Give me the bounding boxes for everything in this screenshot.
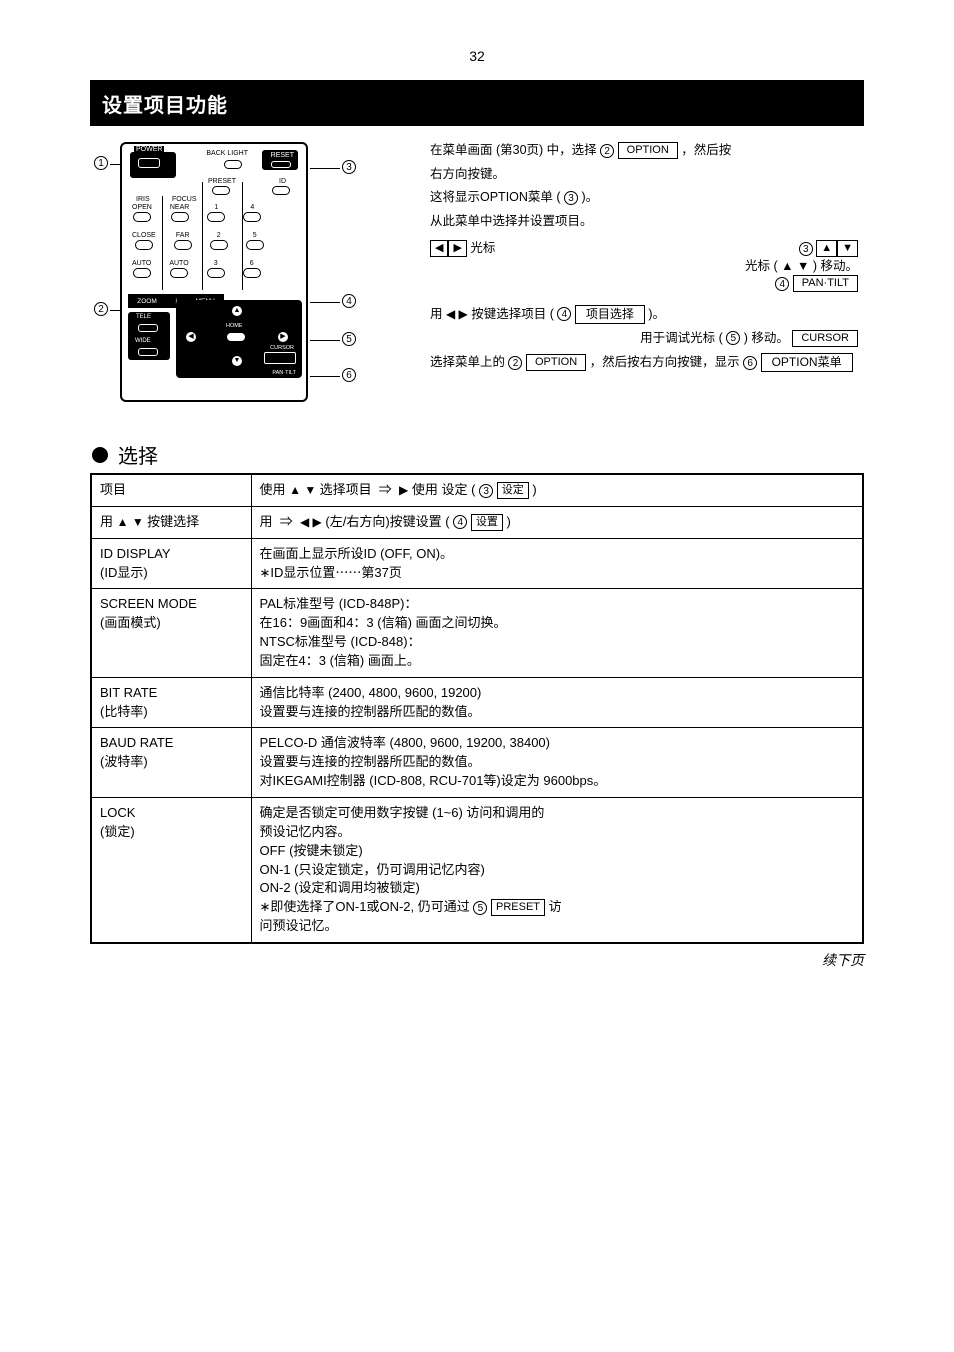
- remote-reset-label: RESET: [271, 152, 294, 159]
- top-row: 1 2 3 4 5 6: [90, 136, 864, 426]
- remote-focus-far: [174, 240, 192, 250]
- remote-num-1: [207, 212, 225, 222]
- remote-backlight-button: [224, 160, 242, 169]
- continued-note: 续下页: [90, 950, 864, 970]
- section-title: 设置项目功能: [102, 89, 228, 118]
- remote-iris-label: IRIS: [136, 196, 150, 203]
- subheader-setting-key: 设置: [471, 514, 503, 531]
- row-name: BAUD RATE (波特率): [91, 728, 251, 798]
- option-key-2: OPTION: [526, 354, 586, 371]
- remote-num-5: [246, 240, 264, 250]
- item-selection-line2: 用于调试光标 ( 5 ) 移动。 CURSOR: [430, 330, 858, 348]
- row-desc: 在画面上显示所设ID (OFF, ON)。 ∗ID显示位置⋯⋯第37页: [251, 538, 863, 589]
- remote-num-4: [243, 212, 261, 222]
- subtitle-text: 选择: [118, 440, 158, 469]
- option-menu-line: 选择菜单上的 2 OPTION ，然后按右方向按键，显示 6 OPTION菜单: [430, 353, 858, 372]
- header-col2: 使用 ▲ ▼ 选择项目 ⇒ ▶ 使用 设定 ( 3 设定 ): [251, 474, 863, 506]
- options-text-column: 在菜单画面 (第30页) 中，选择 2 OPTION ，然后按 右方向按键。 这…: [400, 136, 864, 424]
- page: 32 设置项目功能 1 2 3 4 5: [0, 0, 954, 1352]
- item-selection-key: 项目选择: [575, 305, 645, 324]
- remote-illustration: POWER BACK LIGHT RESET PRESET ID IRIS FO…: [120, 142, 308, 402]
- row-desc: 通信比特率 (2400, 4800, 9600, 19200) 设置要与连接的控…: [251, 677, 863, 728]
- table-row: LOCK (锁定) 确定是否锁定可使用数字按键 (1~6) 访问和调用的 预设记…: [91, 797, 863, 942]
- remote-preset-label: PRESET: [208, 178, 236, 185]
- callout-6-right: 6: [342, 368, 356, 382]
- remote-num-3: [207, 268, 225, 278]
- remote-column: 1 2 3 4 5 6: [90, 136, 400, 424]
- remote-num-2: [210, 240, 228, 250]
- remote-id-button: [272, 186, 290, 195]
- remote-up-arrow: ▲: [232, 306, 242, 316]
- remote-preset-button: [212, 186, 230, 195]
- right-arrow-key: ▶: [448, 240, 466, 257]
- header-setting-key: 设定: [497, 482, 529, 499]
- pantilt-key: PAN·TILT: [793, 275, 858, 292]
- remote-down-arrow: ▼: [232, 356, 242, 366]
- subheader-col2: 用 ⇒ ◀ ▶ (左/右方向)按键设置 ( 4 设置 ): [251, 506, 863, 538]
- subtitle-row: 选择: [92, 440, 864, 469]
- header-col1: 项目: [91, 474, 251, 506]
- remote-wide-button: [138, 348, 158, 356]
- remote-focus-auto: [170, 268, 188, 278]
- down-arrow-key: ▼: [837, 240, 858, 257]
- bullet-icon: [92, 447, 108, 463]
- remote-reset-button: [271, 161, 291, 168]
- subheader-col1: 用 ▲ ▼ 按键选择: [91, 506, 251, 538]
- remote-power-label: POWER: [134, 146, 164, 153]
- item-selection-line1: 用 ◀ ▶ 按键选择项目 ( 4 项目选择 )。: [430, 305, 858, 324]
- remote-pantilt-pad: ▲ ◀ ▶ ▼ HOME CURSOR PAN·TILT: [176, 300, 302, 378]
- remote-cursor-button: [264, 352, 296, 364]
- remote-home-button: [226, 332, 246, 342]
- cursor-up-down-note: 3 ▲▼ 光标 ( ▲ ▼ ) 移动。 4 PAN·TILT: [565, 240, 858, 293]
- up-arrow-key: ▲: [816, 240, 837, 257]
- table-header-row: 项目 使用 ▲ ▼ 选择项目 ⇒ ▶ 使用 设定 ( 3 设定 ): [91, 474, 863, 506]
- callout-2: 2: [94, 302, 108, 316]
- remote-tele-wide-block: TELE WIDE: [128, 312, 170, 360]
- options-line2: 右方向按键。: [430, 166, 858, 184]
- remote-iris-close: [135, 240, 153, 250]
- preset-key: PRESET: [491, 899, 545, 916]
- remote-focus-label: FOCUS: [172, 196, 197, 203]
- options-line1: 在菜单画面 (第30页) 中，选择 2 OPTION ，然后按: [430, 142, 858, 160]
- remote-iris-auto: [133, 268, 151, 278]
- callout-1: 1: [94, 156, 108, 170]
- options-table: 项目 使用 ▲ ▼ 选择项目 ⇒ ▶ 使用 设定 ( 3 设定 ) 用 ▲ ▼ …: [90, 473, 864, 944]
- remote-left-arrow: ◀: [186, 332, 196, 342]
- row-desc: PELCO-D 通信波特率 (4800, 9600, 19200, 38400)…: [251, 728, 863, 798]
- table-row: BAUD RATE (波特率) PELCO-D 通信波特率 (4800, 960…: [91, 728, 863, 798]
- table-row: BIT RATE (比特率) 通信比特率 (2400, 4800, 9600, …: [91, 677, 863, 728]
- remote-id-label: ID: [279, 178, 286, 185]
- remote-right-arrow: ▶: [278, 332, 288, 342]
- callout-3: 3: [342, 160, 356, 174]
- callout-5-right: 5: [342, 332, 356, 346]
- table-row: SCREEN MODE (画面模式) PAL标准型号 (ICD-848P)： 在…: [91, 589, 863, 677]
- options-line3: 这将显示OPTION菜单 ( 3 )。: [430, 189, 858, 207]
- option-menu-key: OPTION菜单: [761, 353, 853, 372]
- section-title-bar: 设置项目功能: [90, 80, 864, 126]
- table-row: ID DISPLAY (ID显示) 在画面上显示所设ID (OFF, ON)。 …: [91, 538, 863, 589]
- row-desc: 确定是否锁定可使用数字按键 (1~6) 访问和调用的 预设记忆内容。 OFF (…: [251, 797, 863, 942]
- remote-iris-open: [133, 212, 151, 222]
- option-key: OPTION: [618, 142, 678, 159]
- callout-4-right: 4: [342, 294, 356, 308]
- remote-backlight-label: BACK LIGHT: [206, 150, 248, 157]
- row-name: LOCK (锁定): [91, 797, 251, 942]
- options-line4: 从此菜单中选择并设置项目。: [430, 213, 858, 231]
- remote-power-button: [138, 158, 160, 168]
- row-name: ID DISPLAY (ID显示): [91, 538, 251, 589]
- page-number: 32: [469, 48, 485, 64]
- remote-focus-near: [171, 212, 189, 222]
- row-name: SCREEN MODE (画面模式): [91, 589, 251, 677]
- cursor-left-right-note: ◀▶ 光标: [430, 240, 495, 293]
- remote-tele-button: [138, 324, 158, 332]
- left-arrow-key: ◀: [430, 240, 448, 257]
- table-subheader-row: 用 ▲ ▼ 按键选择 用 ⇒ ◀ ▶ (左/右方向)按键设置 ( 4 设置 ): [91, 506, 863, 538]
- row-name: BIT RATE (比特率): [91, 677, 251, 728]
- remote-num-6: [243, 268, 261, 278]
- row-desc: PAL标准型号 (ICD-848P)： 在16：9画面和4：3 (信箱) 画面之…: [251, 589, 863, 677]
- cursor-key: CURSOR: [792, 330, 858, 347]
